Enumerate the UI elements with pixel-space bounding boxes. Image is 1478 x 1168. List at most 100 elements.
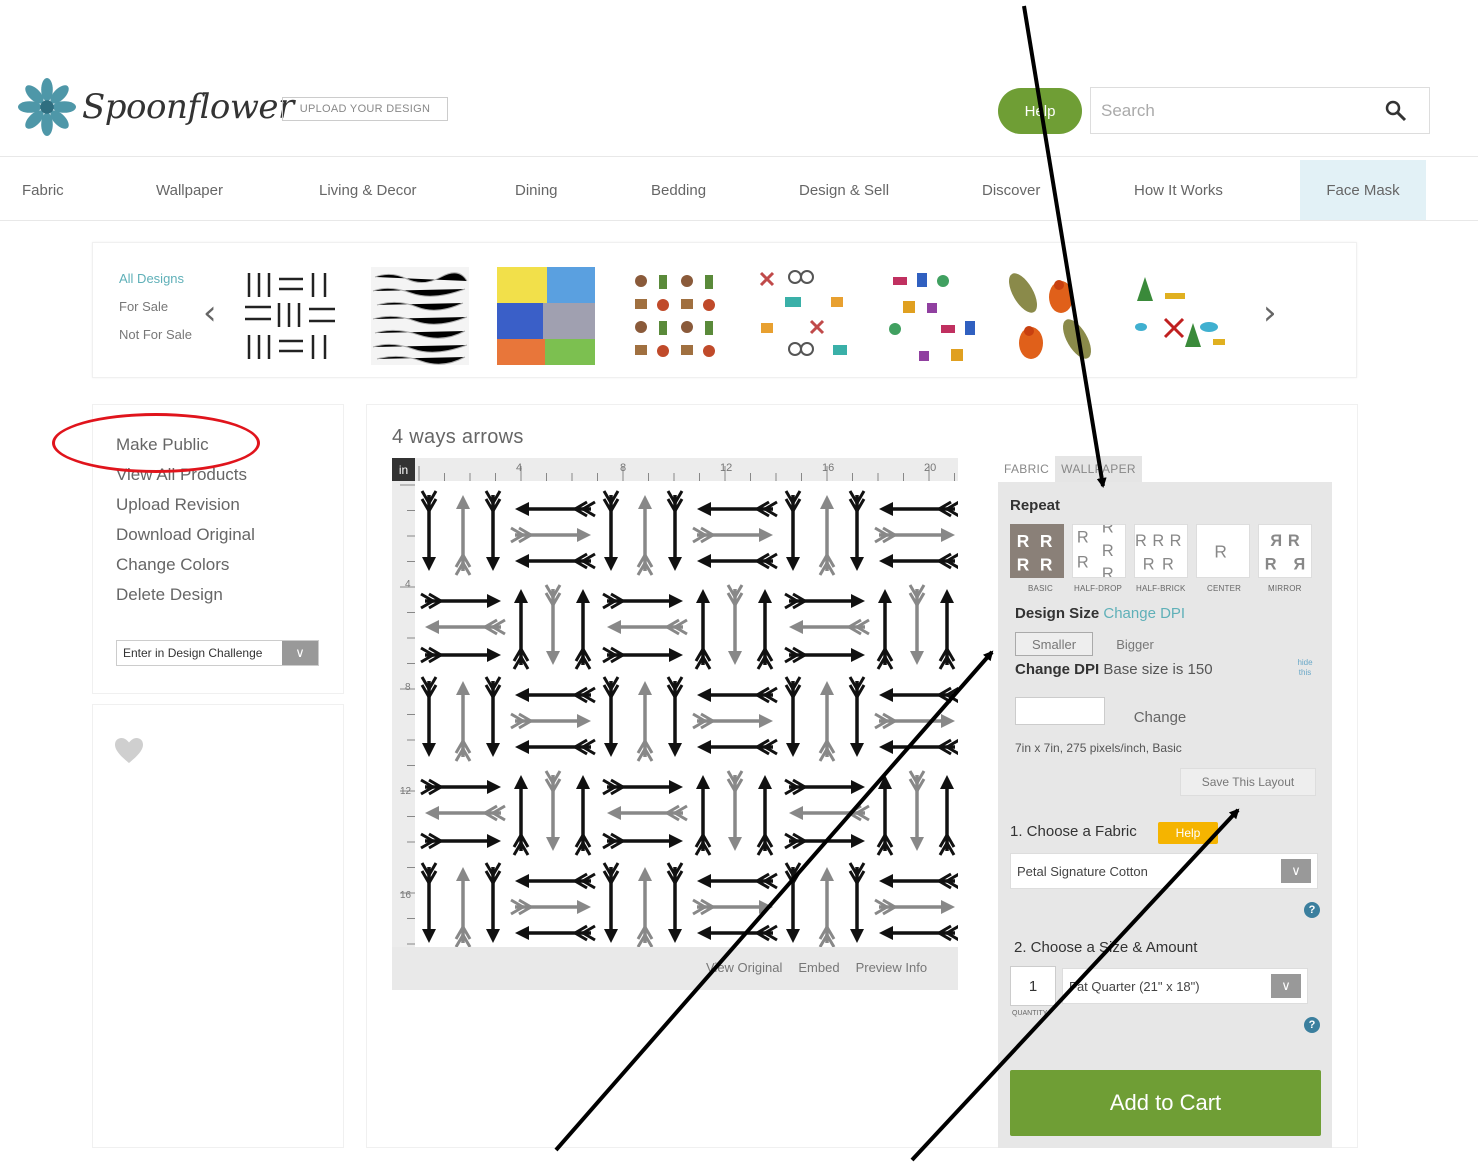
nav-item-dining[interactable]: Dining (515, 160, 558, 220)
download-original-link[interactable]: Download Original (116, 520, 255, 550)
spoonflower-logo[interactable]: Spoonflower (18, 78, 294, 136)
fabric-help-button[interactable]: Help (1158, 822, 1218, 844)
upload-design-button[interactable]: UPLOAD YOUR DESIGN (282, 97, 448, 121)
nav-item-face-mask[interactable]: Face Mask (1300, 160, 1426, 220)
search-input[interactable] (1101, 100, 1371, 121)
filter-not-for-sale[interactable]: Not For Sale (119, 321, 192, 349)
size-select[interactable]: Fat Quarter (21" x 18") ∨ (1062, 968, 1308, 1004)
nav-item-fabric[interactable]: Fabric (22, 160, 64, 220)
change-dpi-label: Change DPI (1015, 661, 1100, 678)
dpi-info: Change DPI Base size is 150 (1015, 661, 1213, 678)
svg-text:R: R (1293, 555, 1305, 573)
heart-icon[interactable] (114, 736, 144, 766)
design-pattern-preview (415, 481, 958, 947)
svg-text:R: R (1135, 532, 1147, 550)
filter-all-designs[interactable]: All Designs (119, 265, 192, 293)
size-info-text: 7in x 7in, 275 pixels/inch, Basic (1015, 741, 1182, 755)
design-thumbnail[interactable] (371, 267, 469, 365)
svg-text:R: R (1040, 554, 1053, 574)
size-selected-value: Fat Quarter (21" x 18") (1069, 978, 1200, 994)
save-layout-button[interactable]: Save This Layout (1180, 768, 1316, 796)
change-dpi-button[interactable]: Change (1110, 697, 1210, 737)
quantity-input[interactable]: 1 (1010, 966, 1056, 1006)
delete-design-link[interactable]: Delete Design (116, 580, 255, 610)
ruler-horizontal: 4 8 12 16 20 (415, 458, 958, 481)
fabric-select[interactable]: Petal Signature Cotton ∨ (1010, 853, 1318, 889)
ruler-label: 16 (822, 462, 834, 474)
repeat-half-drop-option[interactable]: RRRRR (1072, 524, 1126, 578)
choose-fabric-heading: 1. Choose a Fabric (1010, 823, 1137, 840)
repeat-mirror-option[interactable]: RR RR (1258, 524, 1312, 578)
nav-item-wallpaper[interactable]: Wallpaper (156, 160, 223, 220)
tab-wallpaper[interactable]: WALLPAPER (1055, 456, 1142, 482)
view-original-link[interactable]: View Original (706, 960, 782, 975)
help-button[interactable]: Help (998, 88, 1082, 134)
product-tabs: FABRIC WALLPAPER (998, 456, 1142, 482)
design-size-heading: Design Size Change DPI (1015, 605, 1185, 622)
hide-dpi-link[interactable]: hide this (1292, 658, 1318, 678)
filter-for-sale[interactable]: For Sale (119, 293, 192, 321)
repeat-basic-option[interactable]: R RR R (1010, 524, 1064, 578)
repeat-center-option[interactable]: R (1196, 524, 1250, 578)
search-icon[interactable] (1385, 100, 1407, 122)
upload-revision-link[interactable]: Upload Revision (116, 490, 255, 520)
svg-text:R: R (1170, 532, 1182, 550)
design-challenge-label: Enter in Design Challenge (123, 646, 263, 660)
unit-toggle[interactable]: in (392, 458, 415, 481)
tab-fabric[interactable]: FABRIC (998, 456, 1056, 482)
svg-text:R: R (1288, 532, 1300, 550)
chevron-right-icon[interactable]: › (1263, 293, 1277, 333)
repeat-half-brick-option[interactable]: R R RR R (1134, 524, 1188, 578)
nav-item-bedding[interactable]: Bedding (651, 160, 706, 220)
fabric-selected-value: Petal Signature Cotton (1017, 863, 1148, 879)
repeat-heading: Repeat (1010, 497, 1061, 514)
flower-logo-icon (18, 78, 76, 136)
embed-link[interactable]: Embed (798, 960, 839, 975)
dpi-input[interactable] (1015, 697, 1105, 725)
ruler-vertical: 4 8 12 16 (392, 481, 415, 947)
design-challenge-select[interactable]: Enter in Design Challenge ∨ (116, 640, 319, 666)
product-config-panel (998, 482, 1332, 1148)
help-question-icon[interactable]: ? (1304, 1017, 1320, 1033)
design-thumbnail[interactable] (1003, 267, 1101, 365)
change-dpi-link[interactable]: Change DPI (1103, 605, 1185, 622)
repeat-label: HALF-DROP (1074, 584, 1123, 593)
header-divider (0, 156, 1478, 157)
nav-item-living-decor[interactable]: Living & Decor (319, 160, 417, 220)
design-thumbnail[interactable] (241, 267, 339, 365)
svg-text:R: R (1040, 531, 1053, 551)
add-to-cart-button[interactable]: Add to Cart (1010, 1070, 1321, 1136)
svg-text:R: R (1265, 555, 1277, 573)
search-box (1090, 87, 1430, 134)
repeat-label: CENTER (1207, 584, 1242, 593)
help-question-icon[interactable]: ? (1304, 902, 1320, 918)
nav-divider (0, 220, 1478, 221)
repeat-label: MIRROR (1268, 584, 1302, 593)
design-thumbnail[interactable] (883, 267, 981, 365)
design-thumbnail[interactable] (497, 267, 595, 365)
bigger-button[interactable]: Bigger (1100, 632, 1170, 656)
nav-item-discover[interactable]: Discover (982, 160, 1040, 220)
design-thumbnail[interactable] (755, 267, 853, 365)
svg-text:R: R (1143, 555, 1155, 573)
quantity-label: QUANTITY (1012, 1010, 1048, 1017)
svg-text:R: R (1270, 532, 1282, 550)
main-nav: Fabric Wallpaper Living & Decor Dining B… (0, 160, 1478, 220)
ruler-label: 12 (400, 786, 412, 797)
svg-text:R: R (1077, 553, 1089, 571)
ruler-label: 8 (405, 682, 411, 693)
preview-info-link[interactable]: Preview Info (856, 960, 928, 975)
ruler-label: 8 (620, 462, 626, 474)
nav-item-design-sell[interactable]: Design & Sell (799, 160, 889, 220)
chevron-down-icon: ∨ (1271, 974, 1301, 998)
ruler-label: 4 (405, 579, 411, 590)
ruler-label: 16 (400, 890, 412, 901)
svg-text:R: R (1214, 542, 1227, 562)
change-colors-link[interactable]: Change Colors (116, 550, 255, 580)
design-thumbnail[interactable] (627, 267, 725, 365)
chevron-left-icon[interactable]: ‹ (203, 293, 217, 333)
smaller-button[interactable]: Smaller (1015, 632, 1093, 656)
nav-item-how-it-works[interactable]: How It Works (1134, 160, 1223, 220)
design-filter-list: All Designs For Sale Not For Sale (119, 265, 192, 349)
design-thumbnail[interactable] (1129, 267, 1227, 365)
